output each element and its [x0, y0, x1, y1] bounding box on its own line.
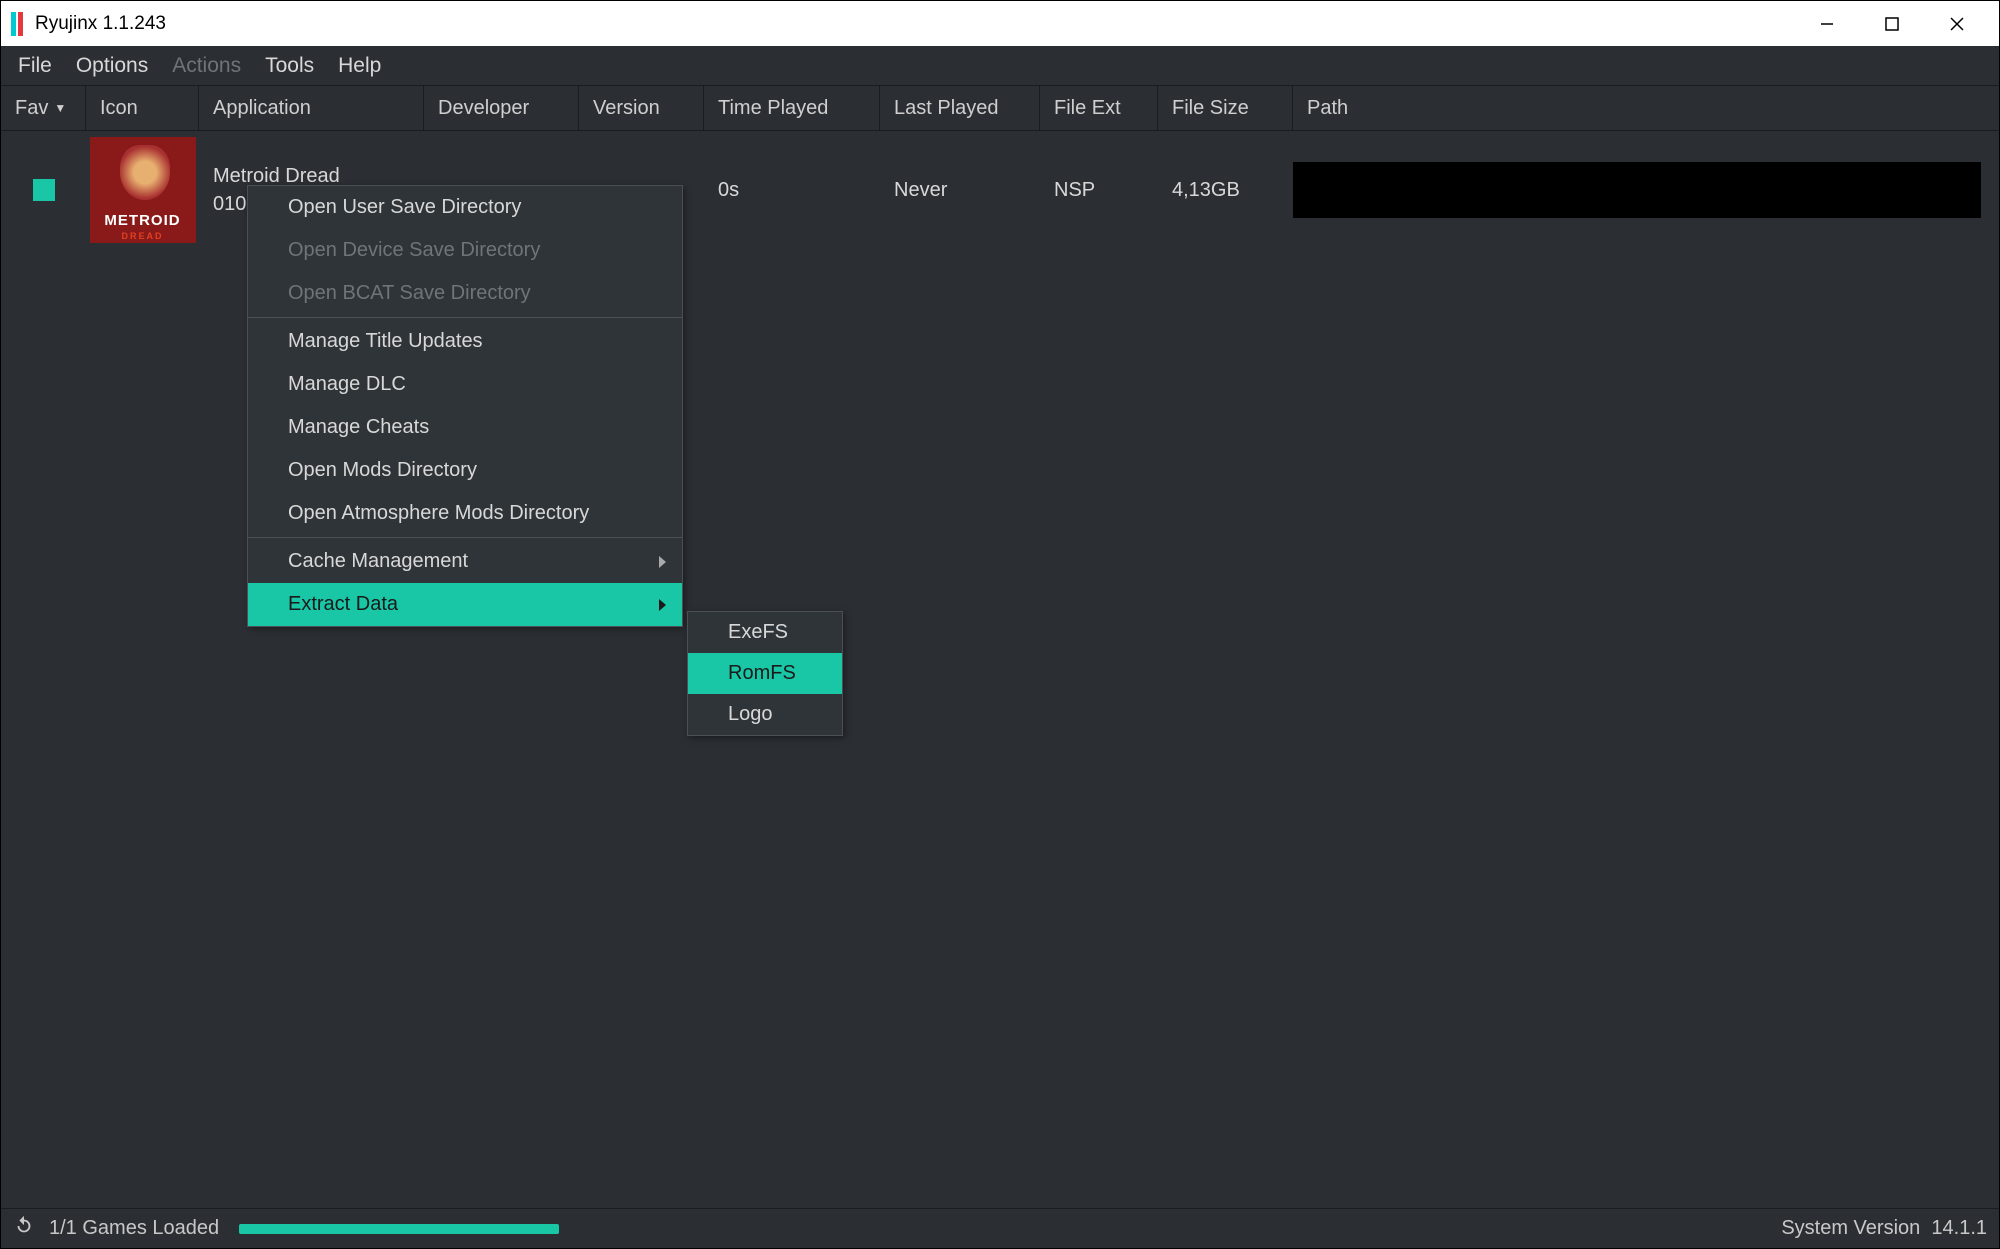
- col-time-played[interactable]: Time Played: [704, 86, 880, 130]
- col-developer[interactable]: Developer: [424, 86, 579, 130]
- fav-cell[interactable]: [1, 179, 86, 201]
- col-file-ext[interactable]: File Ext: [1040, 86, 1158, 130]
- context-menu: Open User Save Directory Open Device Sav…: [247, 185, 683, 627]
- col-last-played[interactable]: Last Played: [880, 86, 1040, 130]
- ctx-manage-dlc[interactable]: Manage DLC: [248, 363, 682, 406]
- menubar: File Options Actions Tools Help: [1, 46, 1999, 86]
- progress-bar: [239, 1224, 559, 1234]
- progress-fill: [239, 1224, 559, 1234]
- app-logo-icon: [11, 12, 23, 36]
- reload-icon: [13, 1215, 35, 1237]
- menu-separator: [248, 537, 682, 538]
- ctx-open-mods[interactable]: Open Mods Directory: [248, 449, 682, 492]
- menu-tools[interactable]: Tools: [253, 46, 326, 86]
- icon-cell: METROID DREAD: [86, 137, 199, 243]
- chevron-right-icon: [659, 599, 666, 611]
- chevron-right-icon: [659, 556, 666, 568]
- ext-cell: NSP: [1040, 179, 1158, 202]
- path-cell: [1293, 162, 1981, 218]
- window-title: Ryujinx 1.1.243: [35, 13, 166, 35]
- chevron-down-icon: ▼: [54, 101, 66, 115]
- close-icon: [1949, 16, 1965, 32]
- menu-options[interactable]: Options: [64, 46, 160, 86]
- minimize-icon: [1820, 17, 1834, 31]
- ctx-extract-data[interactable]: Extract Data: [248, 583, 682, 626]
- sub-romfs[interactable]: RomFS: [688, 653, 842, 694]
- game-list: METROID DREAD Metroid Dread 010 0s Never…: [1, 131, 1999, 1208]
- game-icon: METROID DREAD: [90, 137, 196, 243]
- close-button[interactable]: [1924, 1, 1989, 46]
- column-headers: Fav▼ Icon Application Developer Version …: [1, 86, 1999, 131]
- ctx-open-user-save[interactable]: Open User Save Directory: [248, 186, 682, 229]
- favorite-checkbox[interactable]: [33, 179, 55, 201]
- ctx-open-bcat-save: Open BCAT Save Directory: [248, 272, 682, 315]
- titlebar: Ryujinx 1.1.243: [1, 1, 1999, 46]
- statusbar: 1/1 Games Loaded System Version 14.1.1: [1, 1208, 1999, 1248]
- col-path[interactable]: Path: [1293, 86, 1999, 130]
- col-icon[interactable]: Icon: [86, 86, 199, 130]
- maximize-icon: [1885, 17, 1899, 31]
- menu-separator: [248, 317, 682, 318]
- menu-file[interactable]: File: [6, 46, 64, 86]
- system-version-value: 14.1.1: [1931, 1217, 1987, 1239]
- minimize-button[interactable]: [1794, 1, 1859, 46]
- system-version-label: System Version: [1781, 1217, 1920, 1239]
- menu-help[interactable]: Help: [326, 46, 393, 86]
- size-cell: 4,13GB: [1158, 179, 1293, 202]
- maximize-button[interactable]: [1859, 1, 1924, 46]
- menu-actions: Actions: [160, 46, 253, 86]
- ctx-open-atmosphere-mods[interactable]: Open Atmosphere Mods Directory: [248, 492, 682, 535]
- ctx-manage-cheats[interactable]: Manage Cheats: [248, 406, 682, 449]
- sub-exefs[interactable]: ExeFS: [688, 612, 842, 653]
- ctx-cache-management[interactable]: Cache Management: [248, 540, 682, 583]
- col-fav[interactable]: Fav▼: [1, 86, 86, 130]
- system-version: System Version 14.1.1: [1781, 1217, 1987, 1240]
- sub-logo[interactable]: Logo: [688, 694, 842, 735]
- app-window: Ryujinx 1.1.243 File Options Actions Too…: [0, 0, 2000, 1249]
- reload-button[interactable]: [13, 1215, 35, 1243]
- last-cell: Never: [880, 179, 1040, 202]
- ctx-open-device-save: Open Device Save Directory: [248, 229, 682, 272]
- extract-submenu: ExeFS RomFS Logo: [687, 611, 843, 736]
- col-application[interactable]: Application: [199, 86, 424, 130]
- col-version[interactable]: Version: [579, 86, 704, 130]
- col-file-size[interactable]: File Size: [1158, 86, 1293, 130]
- window-buttons: [1794, 1, 1989, 46]
- ctx-manage-updates[interactable]: Manage Title Updates: [248, 320, 682, 363]
- games-loaded-label: 1/1 Games Loaded: [49, 1217, 219, 1240]
- time-cell: 0s: [704, 179, 880, 202]
